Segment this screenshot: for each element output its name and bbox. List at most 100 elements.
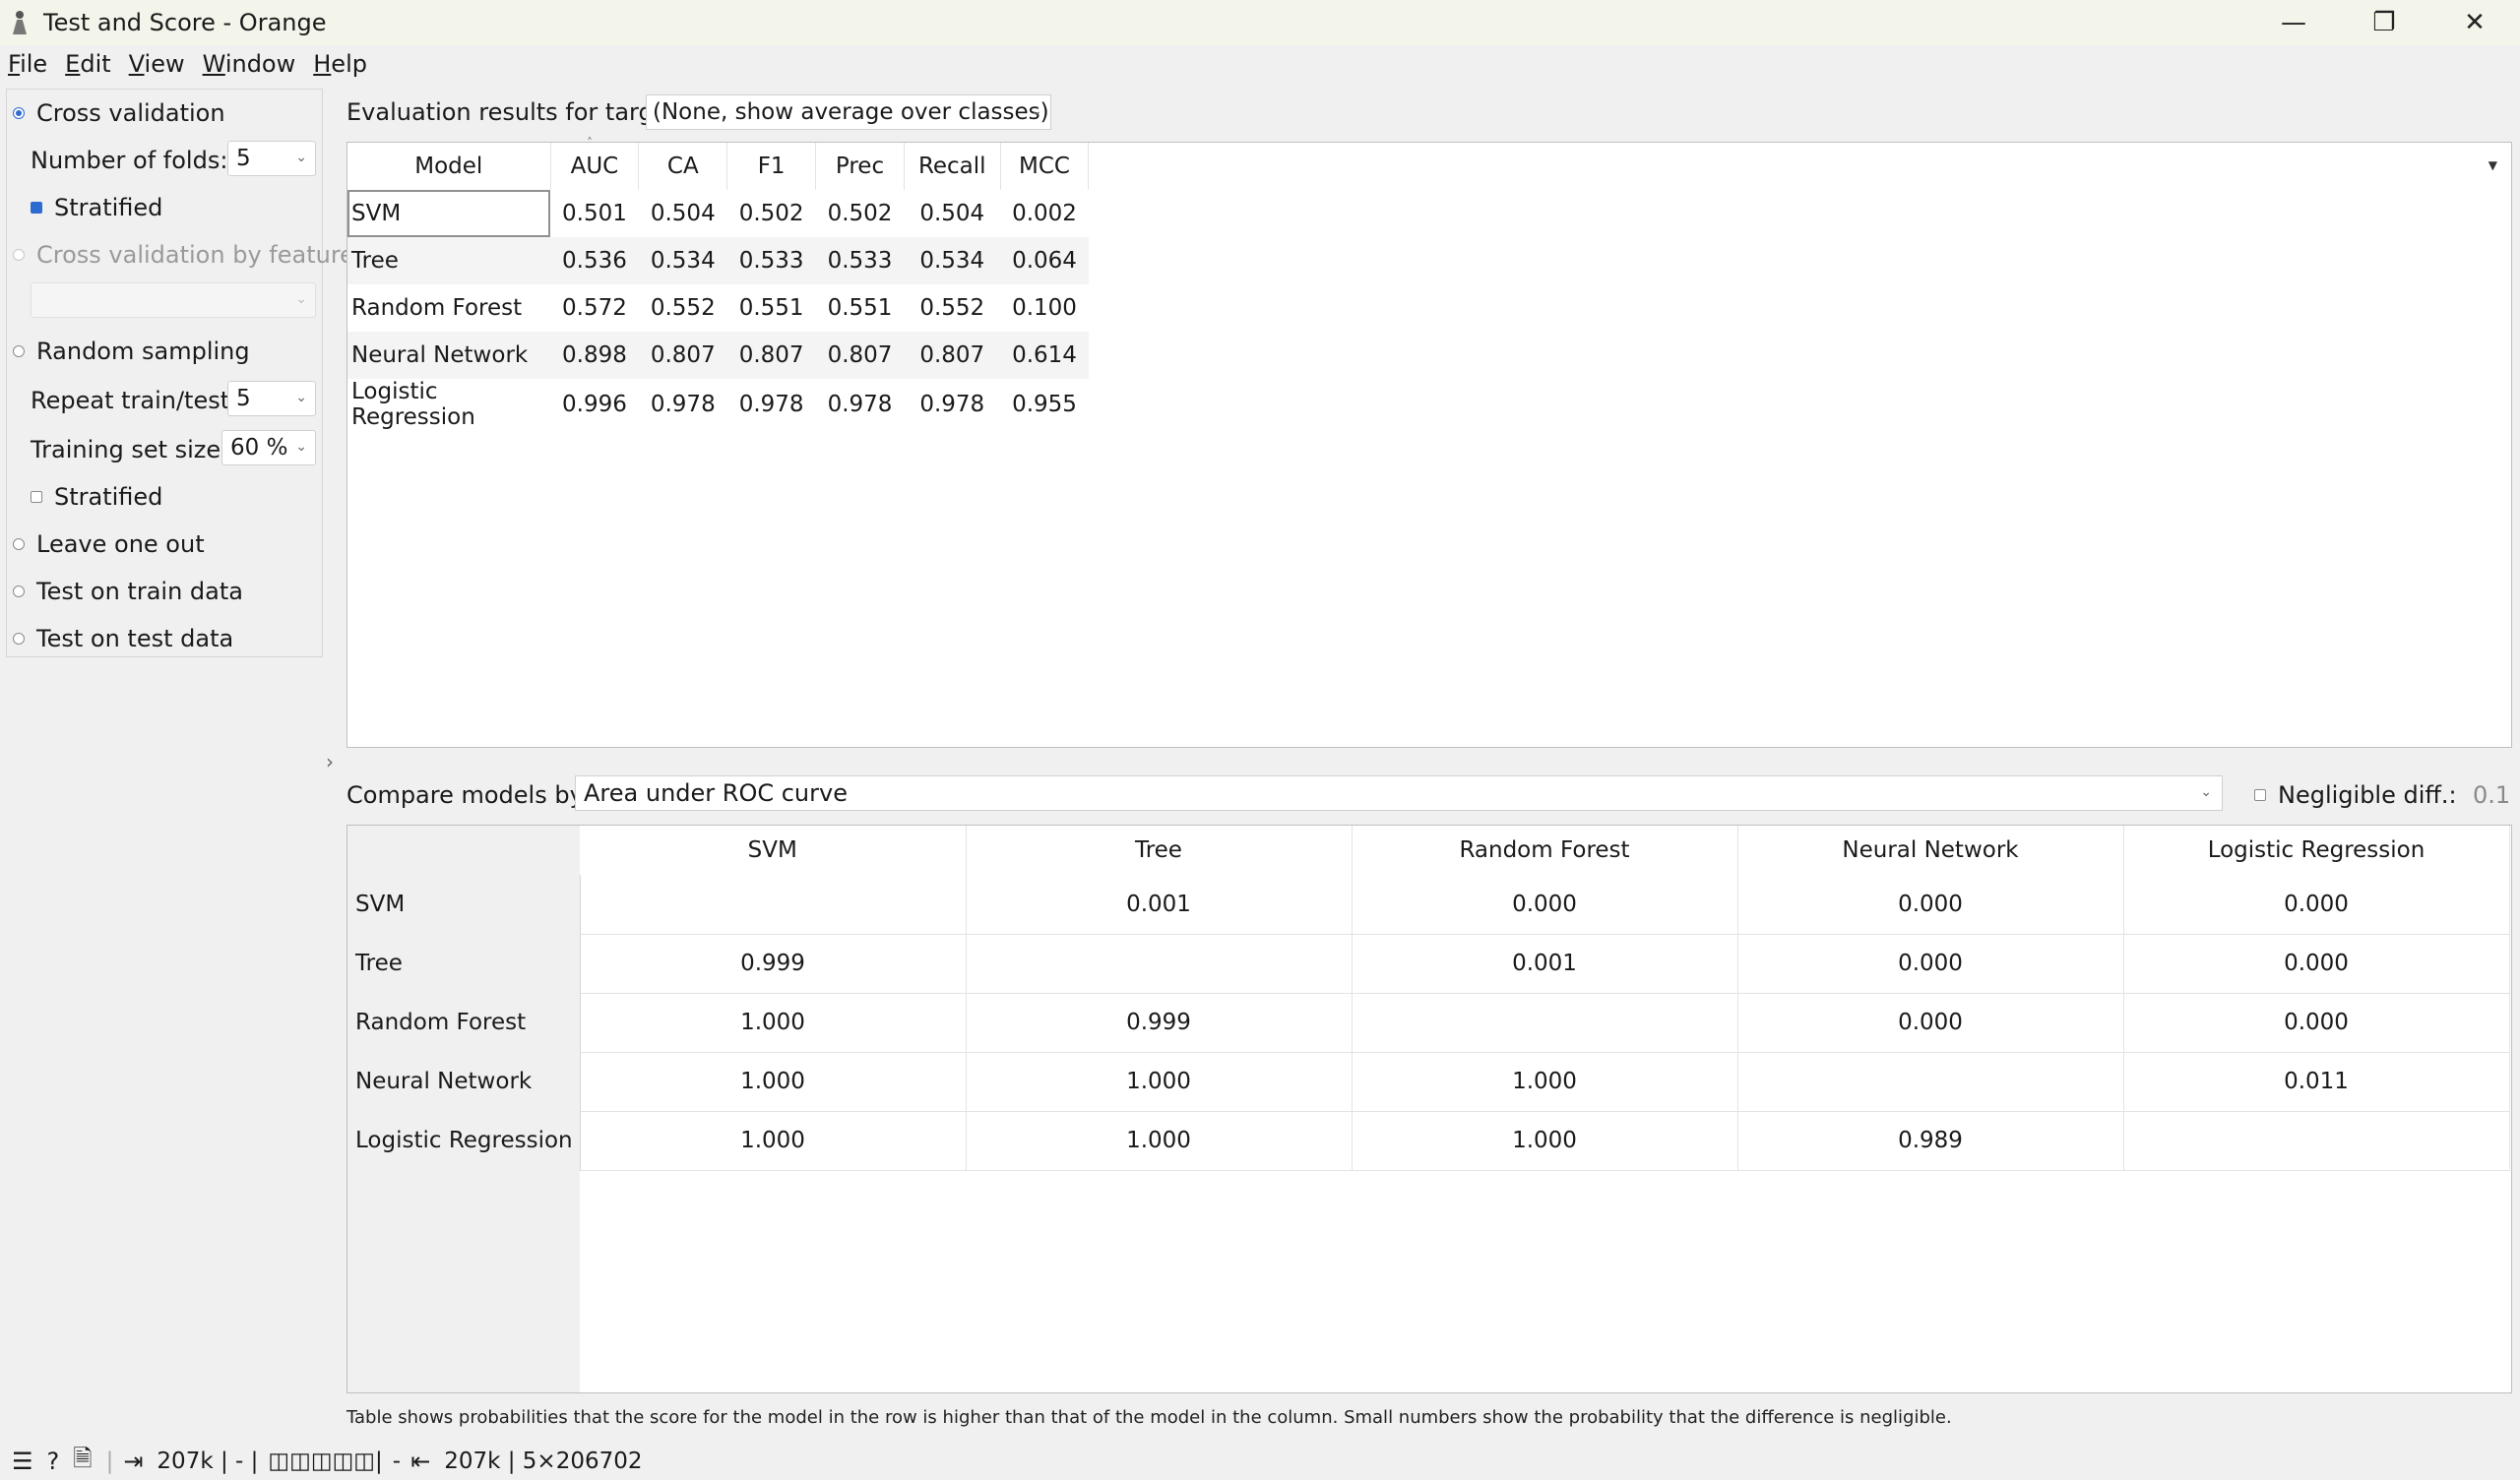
menu-view[interactable]: View — [129, 50, 185, 78]
output-summary: 207k | 5×206702 — [444, 1449, 643, 1474]
recall-cell: 0.978 — [919, 392, 985, 417]
comparison-cell: 1.000 — [580, 1052, 967, 1112]
comparison-cell: 0.000 — [2123, 993, 2510, 1053]
cross-validation-radio[interactable]: Cross validation — [13, 99, 225, 127]
corner-cell — [347, 826, 580, 875]
test-on-train-radio[interactable]: Test on train data — [13, 578, 243, 605]
ca-cell: 0.552 — [650, 295, 716, 321]
folds-combo[interactable]: 5 ⌄ — [227, 141, 316, 176]
table-row[interactable]: Tree 0.536 0.534 0.533 0.533 0.534 0.064 — [347, 237, 1089, 284]
row-header: SVM — [347, 875, 581, 934]
evaluation-results-table[interactable]: Model AUC CA F1 Prec Recall MCC SVM 0.50… — [346, 142, 2512, 748]
radio-icon — [13, 249, 25, 261]
menu-edit[interactable]: Edit — [65, 50, 110, 78]
columns-menu-icon[interactable]: ▼ — [2488, 158, 2497, 172]
input-icon: ⇥ — [123, 1448, 144, 1475]
f1-cell: 0.551 — [738, 295, 804, 321]
close-button[interactable]: ✕ — [2429, 0, 2520, 45]
ca-cell: 0.807 — [638, 332, 727, 379]
column-header-auc[interactable]: AUC — [550, 143, 640, 190]
maximize-button[interactable]: ❐ — [2339, 0, 2429, 45]
menu-window[interactable]: Window — [203, 50, 296, 78]
table-row[interactable]: SVM 0.501 0.504 0.502 0.502 0.504 0.002 — [347, 190, 1089, 237]
pairwise-comparison-table: SVM Tree Random Forest Neural Network Lo… — [347, 826, 2510, 1171]
menu-help[interactable]: Help — [313, 50, 367, 78]
panel-toggle-arrow-icon[interactable]: › — [326, 750, 334, 773]
status-bar: ☰ ? 🗎 | ⇥ 207k | - | ◫◫◫◫◫| - ⇤ 207k | 5… — [0, 1443, 2520, 1480]
chevron-down-icon: ⌄ — [295, 390, 307, 405]
comparison-cell: 0.000 — [2123, 934, 2510, 994]
test-on-test-radio[interactable]: Test on test data — [13, 625, 233, 652]
recall-cell: 0.552 — [919, 295, 985, 321]
ca-cell: 0.978 — [650, 392, 716, 417]
stratified-random-checkbox[interactable]: Stratified — [31, 483, 162, 511]
feature-combo[interactable]: ⌄ — [31, 282, 316, 318]
radio-icon — [13, 538, 25, 550]
chevron-down-icon: ⌄ — [295, 439, 307, 455]
train-size-label: Training set size: — [31, 436, 229, 463]
recall-cell: 0.807 — [904, 332, 1001, 379]
compare-metric-combo[interactable]: Area under ROC curve ⌄ — [575, 775, 2223, 811]
hamburger-menu-icon[interactable]: ☰ — [12, 1448, 33, 1475]
column-header-prec[interactable]: Prec — [815, 143, 905, 190]
prec-cell: 0.502 — [827, 201, 893, 226]
comparison-cell — [1352, 993, 1738, 1053]
window-controls: — ❐ ✕ — [2248, 0, 2520, 45]
help-icon[interactable]: ? — [47, 1448, 60, 1475]
random-sampling-radio[interactable]: Random sampling — [13, 338, 250, 365]
column-header-f1[interactable]: F1 — [726, 143, 817, 190]
orange-app-icon — [12, 9, 30, 36]
ca-cell: 0.504 — [650, 201, 716, 226]
f1-cell: 0.978 — [738, 392, 804, 417]
row-header: Tree — [347, 934, 581, 993]
train-size-combo[interactable]: 60 % ⌄ — [221, 430, 316, 465]
recall-cell: 0.534 — [904, 237, 1001, 284]
ca-cell: 0.534 — [638, 237, 727, 284]
column-header-model[interactable]: Model — [347, 143, 551, 190]
negligible-diff-checkbox[interactable]: Negligible diff.: — [2254, 781, 2457, 809]
table-row[interactable]: Logistic Regression 0.996 0.978 0.978 0.… — [347, 379, 1089, 430]
table-row[interactable]: Random Forest 0.572 0.552 0.551 0.551 0.… — [347, 284, 1089, 332]
cv-by-feature-radio[interactable]: Cross validation by feature — [13, 241, 354, 269]
negligible-diff-spinbox[interactable]: 0.1 — [2473, 781, 2510, 809]
auc-cell: 0.572 — [562, 295, 627, 321]
comparison-footnote: Table shows probabilities that the score… — [346, 1407, 1952, 1428]
table-row: Random Forest 1.000 0.999 0.000 0.000 — [347, 993, 2510, 1053]
auc-cell: 0.898 — [550, 332, 639, 379]
chevron-down-icon: ⌄ — [295, 291, 307, 307]
column-header: Logistic Regression — [2123, 826, 2510, 875]
target-class-combo[interactable]: (None, show average over classes) ⌄ — [646, 94, 1051, 130]
table-row[interactable]: Neural Network 0.898 0.807 0.807 0.807 0… — [347, 332, 1089, 379]
mcc-cell: 0.002 — [1012, 201, 1077, 226]
model-name: Neural Network — [347, 332, 550, 379]
auc-cell: 0.536 — [550, 237, 639, 284]
auc-cell: 0.996 — [562, 392, 627, 417]
comparison-cell: 0.000 — [1737, 993, 2124, 1053]
row-header: Neural Network — [347, 1052, 581, 1111]
title-bar: Test and Score - Orange — ❐ ✕ — [0, 0, 2520, 45]
repeat-combo[interactable]: 5 ⌄ — [227, 381, 316, 416]
model-name: Random Forest — [351, 295, 523, 321]
menu-file[interactable]: File — [8, 50, 47, 78]
row-header: Logistic Regression — [347, 1111, 581, 1170]
comparison-cell: 1.000 — [580, 993, 967, 1053]
comparison-table[interactable]: SVM Tree Random Forest Neural Network Lo… — [346, 825, 2512, 1393]
comparison-cell: 0.001 — [966, 875, 1353, 935]
table-row: Neural Network 1.000 1.000 1.000 0.011 — [347, 1052, 2510, 1112]
chevron-down-icon: ⌄ — [2200, 784, 2212, 800]
radio-icon — [13, 586, 25, 597]
comparison-cell: 1.000 — [966, 1052, 1353, 1112]
column-header-ca[interactable]: CA — [638, 143, 728, 190]
minimize-button[interactable]: — — [2248, 0, 2339, 45]
row-header: Random Forest — [347, 993, 581, 1052]
column-header-recall[interactable]: Recall — [904, 143, 1001, 190]
sampling-panel: Cross validation Number of folds: 5 ⌄ Str… — [6, 89, 354, 657]
column-header-mcc[interactable]: MCC — [1000, 143, 1090, 190]
stratified-checkbox[interactable]: Stratified — [31, 194, 162, 221]
window-title: Test and Score - Orange — [43, 9, 327, 36]
compare-models-label: Compare models by: — [346, 781, 591, 809]
report-icon[interactable]: 🗎 — [73, 1442, 92, 1480]
prec-cell: 0.551 — [827, 295, 893, 321]
leave-one-out-radio[interactable]: Leave one out — [13, 530, 205, 558]
comparison-cell — [966, 934, 1353, 994]
